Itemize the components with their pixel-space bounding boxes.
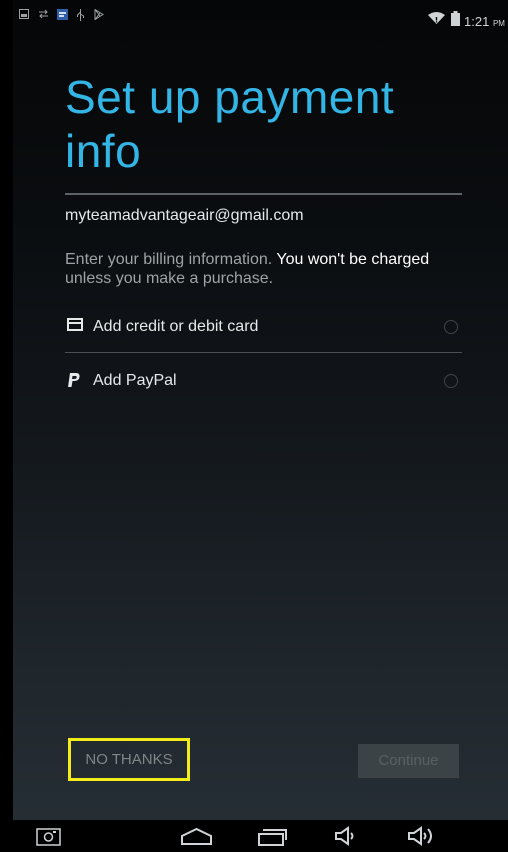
credit-card-icon: [67, 318, 83, 331]
billing-text: Enter your billing information.: [65, 251, 273, 268]
continue-button[interactable]: Continue: [358, 744, 459, 778]
screenshot-icon[interactable]: [36, 824, 61, 848]
status-time-ampm: PM: [492, 19, 505, 28]
option-paypal-radio[interactable]: [444, 374, 458, 388]
billing-text-emphasis: You won't be charged: [276, 251, 430, 268]
option-paypal-label: Add PayPal: [93, 372, 177, 389]
screen: 1:21 PM Set up payment info myteamadvant…: [0, 0, 508, 852]
recent-apps-icon[interactable]: [257, 824, 287, 848]
home-icon[interactable]: [180, 824, 213, 848]
option-credit-card[interactable]: Add credit or debit card: [65, 304, 462, 350]
billing-text-rest: unless you make a purchase.: [65, 270, 274, 287]
sync-icon: [39, 9, 48, 19]
option-credit-card-label: Add credit or debit card: [93, 318, 259, 335]
no-thanks-button[interactable]: NO THANKS: [68, 738, 190, 781]
billing-description: Enter your billing information. You won'…: [65, 250, 465, 288]
navigation-bar: [0, 820, 508, 852]
volume-up-icon[interactable]: [407, 824, 437, 848]
options-divider: [65, 352, 462, 353]
status-bar: 1:21 PM: [0, 0, 508, 30]
status-time-value: 1:21: [464, 14, 490, 29]
page-title: Set up payment info: [65, 71, 395, 178]
status-time: 1:21 PM: [464, 14, 505, 29]
account-email: myteamadvantageair@gmail.com: [65, 207, 304, 224]
option-paypal[interactable]: Add PayPal: [65, 358, 462, 404]
wifi-icon: [428, 12, 445, 24]
volume-down-icon[interactable]: [334, 824, 360, 848]
app-icon: [57, 9, 68, 20]
usb-icon: [77, 9, 84, 21]
option-credit-card-radio[interactable]: [444, 320, 458, 334]
battery-icon: [451, 11, 460, 26]
title-divider: [65, 193, 462, 195]
gallery-icon: [19, 9, 29, 19]
play-store-icon: [94, 9, 104, 20]
paypal-icon: [68, 373, 80, 387]
